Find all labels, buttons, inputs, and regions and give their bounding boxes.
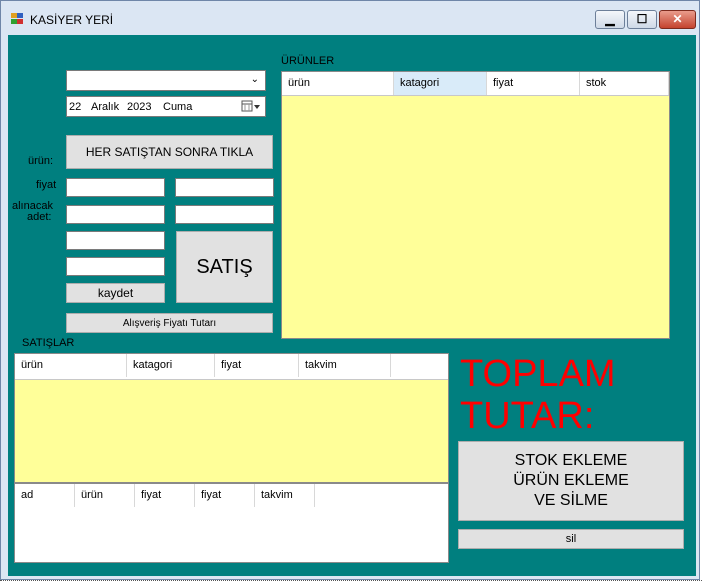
extra-field-1[interactable] [66, 231, 165, 250]
product-label: ürün: [28, 155, 54, 167]
sales-col-calendar[interactable]: takvim [299, 354, 391, 377]
sales-col-price[interactable]: fiyat [215, 354, 299, 377]
close-button[interactable]: ✕ [659, 10, 696, 29]
products-title: ÜRÜNLER [281, 55, 335, 67]
quantity-field-2[interactable] [175, 205, 274, 224]
sales-col-product[interactable]: ürün [15, 354, 127, 377]
records-col-price[interactable]: fiyat [135, 484, 195, 507]
delete-button[interactable]: sil [458, 529, 684, 549]
records-col-product[interactable]: ürün [75, 484, 135, 507]
stock-button-line1: STOK EKLEME [514, 452, 628, 469]
form-client-area: ⌄ 22 Aralık 2023 Cuma HER SATIŞTAN SONRA… [8, 35, 696, 576]
date-month: Aralık [91, 101, 120, 113]
window-title: KASİYER YERİ [30, 13, 114, 27]
total-label-line1: TOPLAM [460, 353, 616, 395]
extra-field-2[interactable] [66, 257, 165, 276]
stock-button-line3: VE SİLME [534, 492, 608, 509]
sales-grid-header: ürün katagori fiyat takvim [15, 354, 448, 380]
products-col-category[interactable]: katagori [394, 72, 487, 95]
date-picker[interactable]: 22 Aralık 2023 Cuma [66, 96, 266, 117]
records-col-name[interactable]: ad [15, 484, 75, 507]
products-col-product[interactable]: ürün [282, 72, 394, 95]
date-year: 2023 [127, 101, 152, 113]
sales-col-category[interactable]: katagori [127, 354, 215, 377]
total-label-line2: TUTAR: [460, 395, 595, 437]
chevron-down-icon: ⌄ [250, 74, 259, 85]
price-label: fiyat [36, 179, 57, 191]
save-button[interactable]: kaydet [66, 283, 165, 303]
close-icon: ✕ [672, 12, 683, 26]
date-day: 22 [69, 101, 82, 113]
price-field[interactable] [66, 178, 165, 197]
products-grid-header: ürün katagori fiyat stok [282, 72, 669, 96]
products-grid[interactable]: ürün katagori fiyat stok [281, 71, 670, 339]
minimize-icon: ▁ [605, 12, 615, 26]
after-sale-button[interactable]: HER SATIŞTAN SONRA TIKLA [66, 135, 273, 169]
shopping-total-button[interactable]: Alışveriş Fiyatı Tutarı [66, 313, 273, 333]
records-col-price-2[interactable]: fiyat [195, 484, 255, 507]
records-col-calendar[interactable]: takvim [255, 484, 315, 507]
date-weekday: Cuma [163, 101, 193, 113]
title-bar[interactable]: KASİYER YERİ ▁ ☐ ✕ [1, 1, 699, 35]
stock-button-line2: ÜRÜN EKLEME [513, 472, 629, 489]
window-bottom-edge [0, 580, 702, 586]
maximize-icon: ☐ [636, 12, 648, 26]
sales-title: SATIŞLAR [22, 337, 75, 349]
records-grid[interactable]: ad ürün fiyat fiyat takvim [14, 483, 449, 563]
quantity-label-line2: adet: [27, 211, 52, 223]
sell-button[interactable]: SATIŞ [176, 231, 273, 303]
minimize-button[interactable]: ▁ [595, 10, 625, 29]
maximize-button[interactable]: ☐ [627, 10, 657, 29]
products-col-stock[interactable]: stok [580, 72, 669, 95]
sales-grid[interactable]: ürün katagori fiyat takvim [14, 353, 449, 483]
product-combobox[interactable]: ⌄ [66, 70, 266, 91]
price-field-2[interactable] [175, 178, 274, 197]
quantity-field[interactable] [66, 205, 165, 224]
stock-management-button[interactable]: STOK EKLEME ÜRÜN EKLEME VE SİLME [458, 441, 684, 521]
main-window: KASİYER YERİ ▁ ☐ ✕ ⌄ 22 Aralık 2023 Cuma [0, 0, 700, 580]
products-col-price[interactable]: fiyat [487, 72, 580, 95]
calendar-icon[interactable] [241, 99, 261, 114]
records-grid-header: ad ürün fiyat fiyat takvim [15, 484, 448, 510]
app-icon [11, 13, 24, 25]
